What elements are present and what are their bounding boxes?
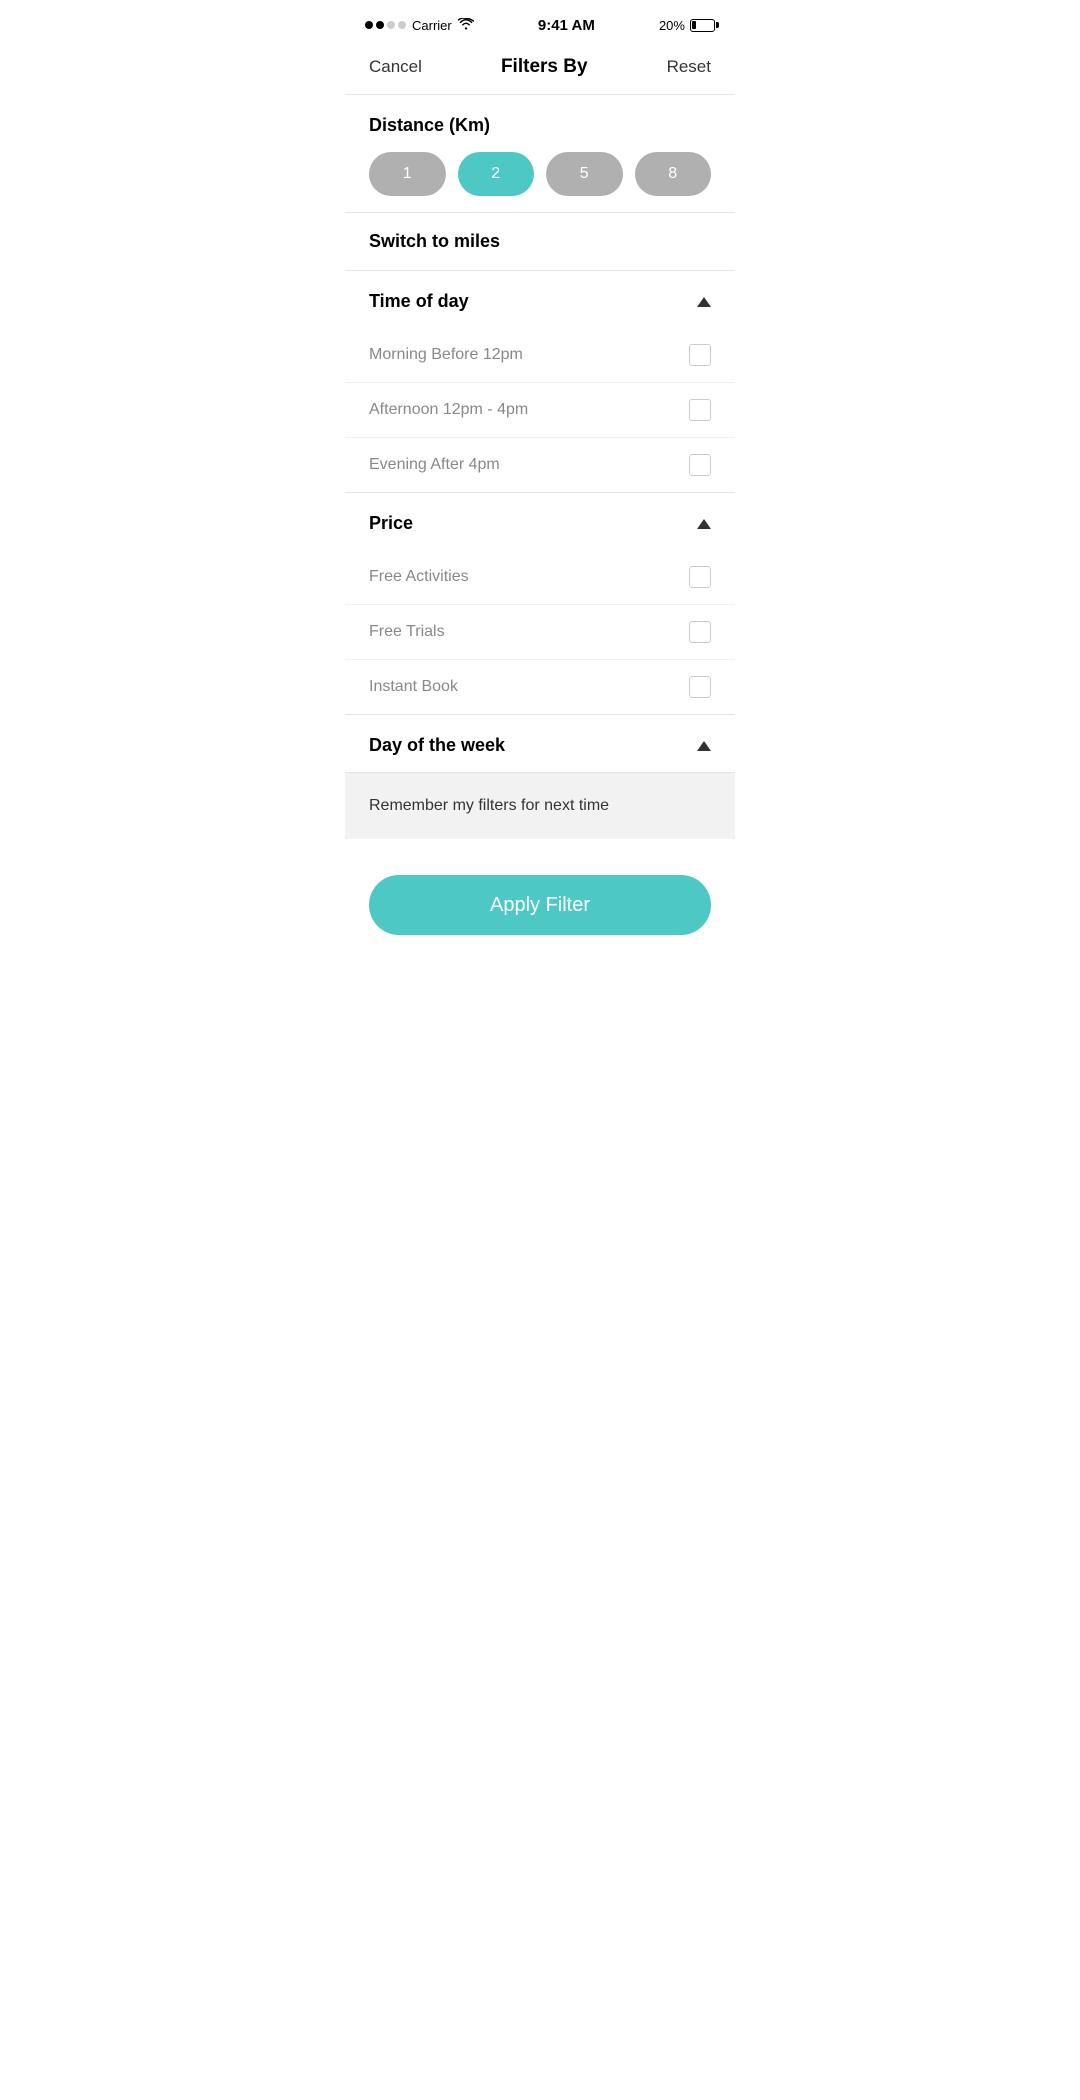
day-of-week-section: Day of the week	[345, 715, 735, 773]
status-bar: Carrier 9:41 AM 20%	[345, 0, 735, 44]
reset-button[interactable]: Reset	[667, 57, 711, 77]
time-morning-label: Morning Before 12pm	[369, 346, 523, 364]
distance-pill-2[interactable]: 2	[458, 152, 535, 196]
distance-pill-5[interactable]: 5	[546, 152, 623, 196]
price-free-activities-label: Free Activities	[369, 568, 469, 586]
wifi-icon	[458, 18, 474, 33]
price-section: Price Free Activities Free Trials Instan…	[345, 493, 735, 715]
price-free-activities-checkbox[interactable]	[689, 566, 711, 588]
switch-miles-section[interactable]: Switch to miles	[345, 212, 735, 271]
price-header[interactable]: Price	[345, 493, 735, 550]
signal-dot-3	[387, 21, 395, 29]
cancel-button[interactable]: Cancel	[369, 57, 422, 77]
status-time: 9:41 AM	[538, 17, 595, 34]
apply-button-container: Apply Filter	[345, 839, 735, 975]
battery-icon	[690, 19, 715, 32]
price-instant-book-label: Instant Book	[369, 678, 458, 696]
time-afternoon-item[interactable]: Afternoon 12pm - 4pm	[345, 382, 735, 437]
time-morning-item[interactable]: Morning Before 12pm	[345, 328, 735, 382]
filter-content: Distance (Km) 1 2 5 8 Switch to miles Ti…	[345, 95, 735, 975]
time-evening-label: Evening After 4pm	[369, 456, 500, 474]
status-left: Carrier	[365, 18, 474, 33]
price-items: Free Activities Free Trials Instant Book	[345, 550, 735, 714]
switch-miles-label[interactable]: Switch to miles	[369, 231, 500, 251]
price-chevron-up-icon	[697, 519, 711, 529]
day-of-week-chevron-up-icon	[697, 741, 711, 751]
price-instant-book-checkbox[interactable]	[689, 676, 711, 698]
signal-dot-2	[376, 21, 384, 29]
time-of-day-header[interactable]: Time of day	[345, 271, 735, 328]
distance-pill-8[interactable]: 8	[635, 152, 712, 196]
time-evening-item[interactable]: Evening After 4pm	[345, 437, 735, 492]
day-of-week-header[interactable]: Day of the week	[345, 715, 735, 772]
time-afternoon-label: Afternoon 12pm - 4pm	[369, 401, 528, 419]
carrier-label: Carrier	[412, 18, 452, 33]
distance-pill-1[interactable]: 1	[369, 152, 446, 196]
price-free-trials-checkbox[interactable]	[689, 621, 711, 643]
time-of-day-chevron-up-icon	[697, 297, 711, 307]
time-of-day-section: Time of day Morning Before 12pm Afternoo…	[345, 271, 735, 493]
price-free-activities-item[interactable]: Free Activities	[345, 550, 735, 604]
remember-section: Remember my filters for next time	[345, 773, 735, 839]
time-morning-checkbox[interactable]	[689, 344, 711, 366]
time-of-day-title: Time of day	[369, 291, 469, 312]
battery-percent: 20%	[659, 18, 685, 33]
signal-dot-1	[365, 21, 373, 29]
page-title: Filters By	[501, 56, 588, 78]
time-of-day-items: Morning Before 12pm Afternoon 12pm - 4pm…	[345, 328, 735, 492]
price-title: Price	[369, 513, 413, 534]
signal-dot-4	[398, 21, 406, 29]
distance-title: Distance (Km)	[369, 115, 711, 136]
price-free-trials-label: Free Trials	[369, 623, 445, 641]
distance-section: Distance (Km) 1 2 5 8	[345, 95, 735, 212]
price-instant-book-item[interactable]: Instant Book	[345, 659, 735, 714]
apply-filter-button[interactable]: Apply Filter	[369, 875, 711, 935]
status-right: 20%	[659, 18, 715, 33]
day-of-week-title: Day of the week	[369, 735, 505, 756]
remember-text: Remember my filters for next time	[369, 797, 609, 814]
signal-dots	[365, 21, 406, 29]
price-free-trials-item[interactable]: Free Trials	[345, 604, 735, 659]
distance-pills: 1 2 5 8	[369, 152, 711, 196]
nav-header: Cancel Filters By Reset	[345, 44, 735, 95]
time-evening-checkbox[interactable]	[689, 454, 711, 476]
time-afternoon-checkbox[interactable]	[689, 399, 711, 421]
